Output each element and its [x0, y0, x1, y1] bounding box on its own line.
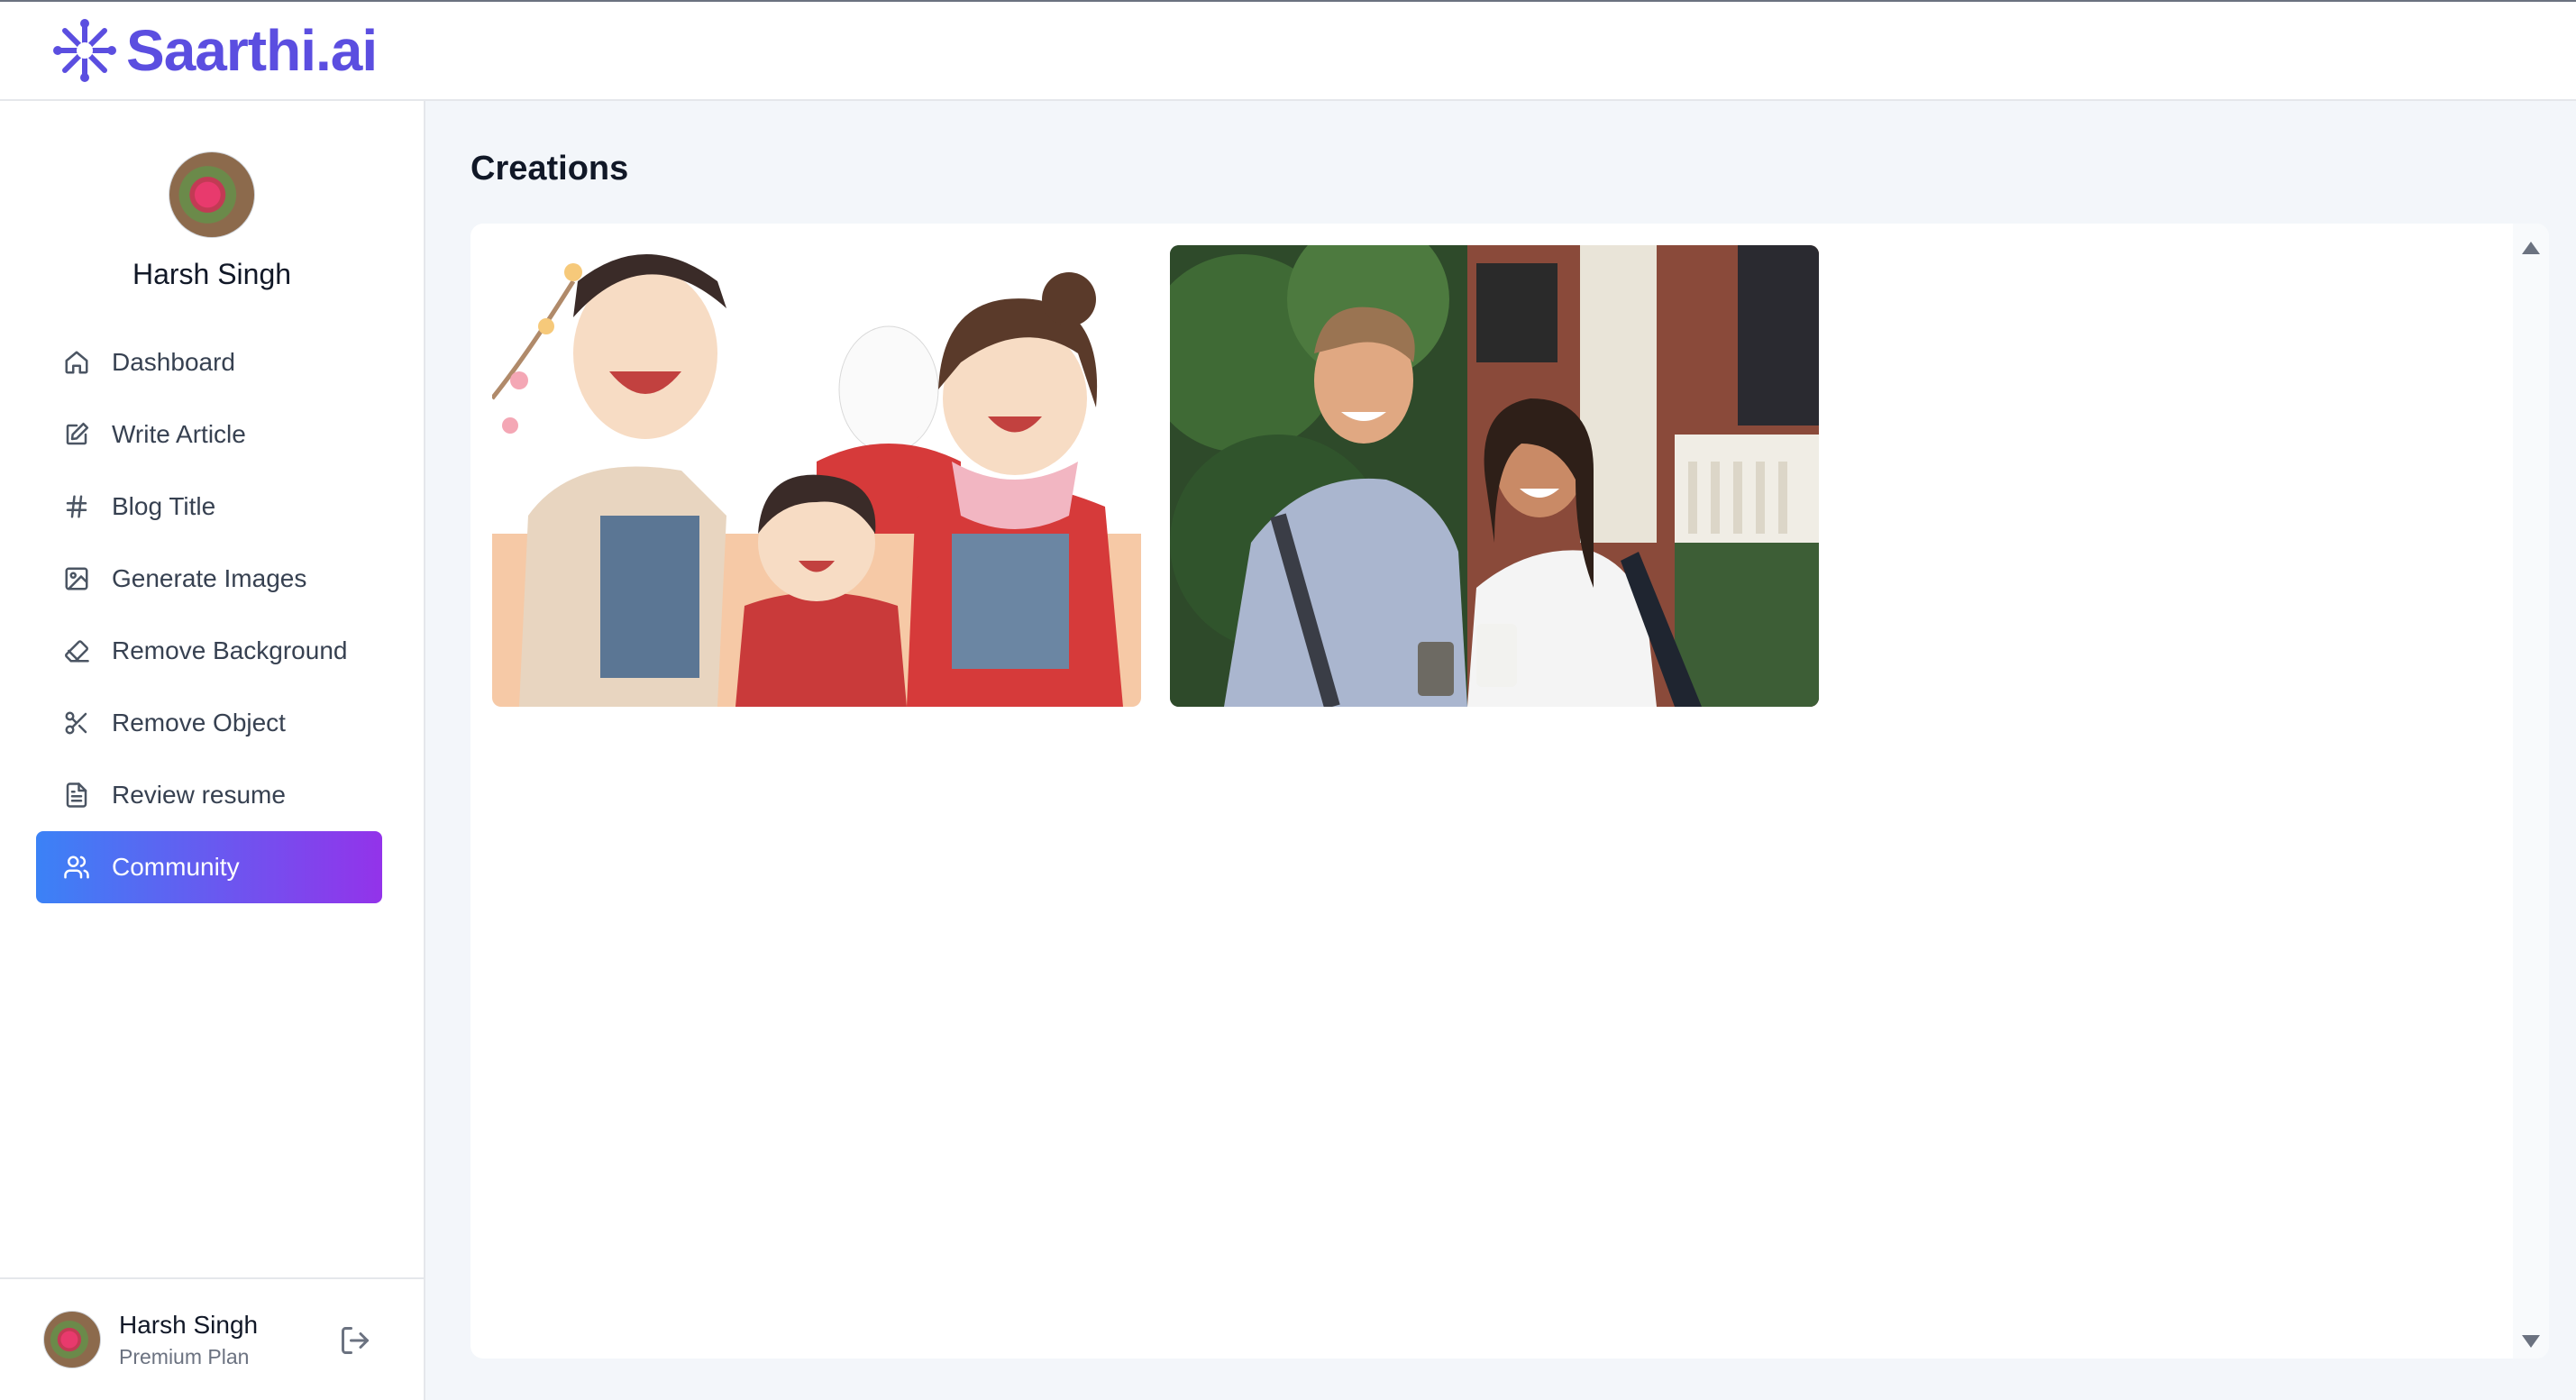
top-bar: Saarthi.ai [0, 0, 2576, 101]
page-title: Creations [470, 150, 629, 188]
app-name: Saarthi.ai [126, 18, 378, 83]
sidebar-item-remove-background[interactable]: Remove Background [36, 615, 382, 687]
creations-gallery [492, 245, 1819, 707]
sidebar-item-label: Community [112, 853, 240, 881]
logout-button[interactable] [339, 1324, 375, 1360]
sidebar-item-blog-title[interactable]: Blog Title [36, 471, 382, 543]
scroll-down-arrow-icon[interactable] [2522, 1335, 2540, 1348]
sidebar-nav: Dashboard Write Article Blog Title Gener… [36, 326, 382, 903]
scissors-icon [61, 708, 92, 738]
sidebar-item-generate-images[interactable]: Generate Images [36, 543, 382, 615]
creation-card-couple-photo[interactable] [1170, 245, 1819, 707]
edit-icon [61, 419, 92, 450]
sidebar-item-community[interactable]: Community [36, 831, 382, 903]
scroll-up-arrow-icon[interactable] [2522, 242, 2540, 254]
sidebar-item-write-article[interactable]: Write Article [36, 398, 382, 471]
sidebar-item-review-resume[interactable]: Review resume [36, 759, 382, 831]
sidebar-item-label: Generate Images [112, 564, 307, 592]
image-icon [61, 563, 92, 594]
scrollbar[interactable] [2513, 224, 2549, 1359]
avatar[interactable] [43, 1311, 101, 1368]
user-footer: Harsh Singh Premium Plan [0, 1277, 424, 1400]
creation-image [492, 245, 1141, 707]
sidebar-item-remove-object[interactable]: Remove Object [36, 687, 382, 759]
hash-icon [61, 491, 92, 522]
file-text-icon [61, 780, 92, 810]
app-logo[interactable]: Saarthi.ai [50, 16, 378, 85]
avatar[interactable] [169, 151, 255, 238]
sidebar-item-label: Remove Object [112, 709, 286, 737]
sidebar-item-dashboard[interactable]: Dashboard [36, 326, 382, 398]
profile-block: Harsh Singh [0, 151, 424, 291]
sidebar: Harsh Singh Dashboard Write Article Blog… [0, 101, 425, 1400]
logout-icon [342, 1327, 369, 1354]
creation-card-family-illustration[interactable] [492, 245, 1141, 707]
sidebar-item-label: Review resume [112, 781, 286, 809]
sidebar-item-label: Write Article [112, 420, 246, 448]
logo-sparkle-icon [53, 19, 116, 82]
eraser-icon [61, 636, 92, 666]
sidebar-item-label: Dashboard [112, 348, 235, 376]
home-icon [61, 347, 92, 378]
sidebar-item-label: Blog Title [112, 492, 216, 520]
main-content: Creations [425, 101, 2576, 1400]
profile-name: Harsh Singh [132, 258, 292, 290]
creation-image [1170, 245, 1819, 707]
user-plan: Premium Plan [119, 1344, 250, 1368]
sidebar-item-label: Remove Background [112, 636, 348, 664]
user-name: Harsh Singh [119, 1310, 259, 1339]
creations-panel [470, 224, 2549, 1359]
users-icon [61, 852, 92, 883]
